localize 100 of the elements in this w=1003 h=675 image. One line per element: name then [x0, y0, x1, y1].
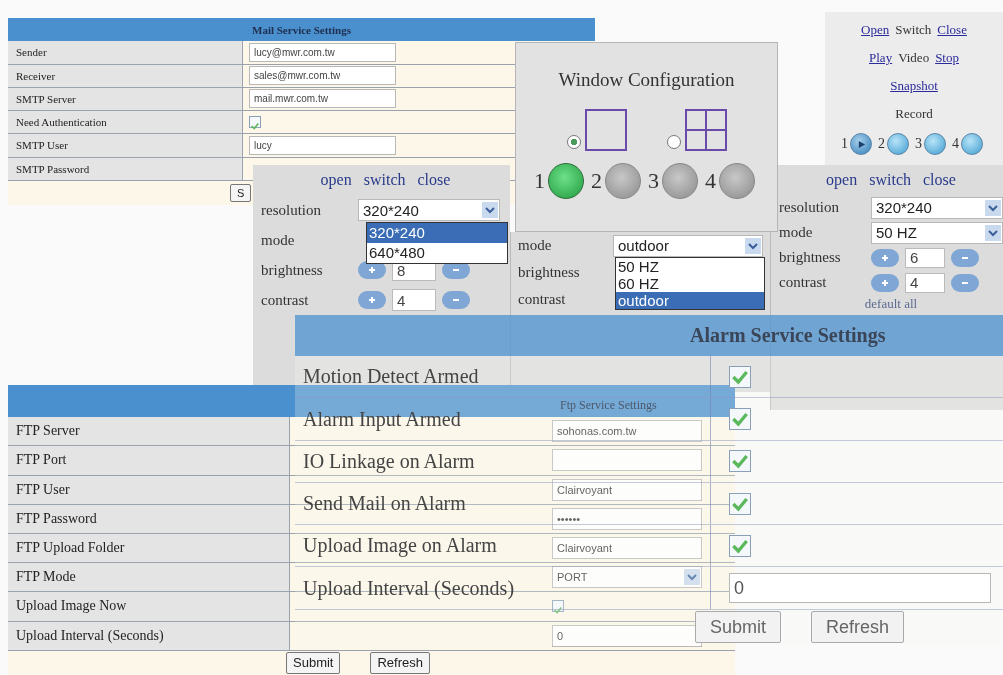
input-field[interactable]: lucy	[249, 135, 396, 155]
field-label: resolution	[779, 199, 840, 216]
input-field[interactable]: mail.mwr.com.tw	[249, 89, 396, 109]
channel-number: 2	[878, 136, 885, 152]
input-field[interactable]: lucy@mwr.com.tw	[249, 42, 396, 62]
field-label: SMTP User	[8, 134, 243, 157]
channel-number: 3	[915, 136, 922, 152]
channel-number: 2	[591, 168, 602, 194]
dropdown[interactable]: 320*240	[871, 196, 1003, 219]
label: Switch	[895, 22, 932, 38]
field-label: FTP User	[8, 475, 290, 504]
chevron-down-icon	[482, 202, 498, 218]
panel-title: Ftp Service Settings	[560, 398, 657, 414]
field-label: contrast	[261, 291, 310, 309]
dropdown-value: outdoor	[618, 237, 669, 254]
dropdown[interactable]: 50 HZ	[871, 221, 1003, 244]
dropdown-value: 320*240	[876, 199, 932, 216]
channel-number: 4	[705, 168, 716, 194]
input-field[interactable]: 0	[729, 573, 991, 603]
plus-icon	[880, 252, 890, 263]
submit-button[interactable]: Submit	[695, 611, 782, 644]
radio-button[interactable]	[566, 135, 581, 149]
field-label: brightness	[779, 249, 842, 266]
refresh-button[interactable]: Refresh	[811, 611, 905, 644]
link[interactable]: switch	[363, 171, 406, 189]
radio-button[interactable]	[666, 135, 681, 149]
channel-button[interactable]	[605, 163, 641, 199]
field-label: Upload Image on Alarm	[302, 533, 497, 559]
field-label: Send Mail on Alarm	[302, 491, 466, 517]
chevron-down-icon	[985, 224, 1001, 241]
plus-icon	[880, 277, 890, 288]
play-icon	[856, 139, 866, 149]
field-label: brightness	[261, 261, 324, 279]
dropdown[interactable]: 320*240	[358, 199, 500, 221]
value-field[interactable]: 4	[392, 289, 436, 311]
dropdown[interactable]: PORT	[552, 566, 702, 589]
record-button[interactable]	[850, 133, 872, 155]
checkbox[interactable]	[729, 534, 751, 557]
dropdown-value: PORT	[557, 571, 588, 584]
checkbox[interactable]	[552, 600, 564, 613]
link[interactable]: Snapshot	[890, 78, 938, 94]
field-label: contrast	[518, 291, 567, 308]
field-label: Upload Interval (Seconds)	[8, 621, 290, 650]
link[interactable]: Open	[861, 22, 890, 38]
value-field[interactable]: 6	[905, 247, 945, 268]
dropdown-option[interactable]: outdoor	[616, 292, 764, 309]
checkbox[interactable]	[729, 365, 751, 388]
dropdown-option[interactable]: 60 HZ	[616, 275, 764, 292]
dropdown[interactable]: outdoor	[613, 234, 763, 257]
checkbox[interactable]	[729, 408, 751, 431]
link[interactable]: switch	[869, 171, 911, 189]
field-label: Upload Interval (Seconds)	[302, 575, 515, 602]
input-field[interactable]: 0	[552, 624, 702, 647]
link[interactable]: Close	[937, 22, 967, 38]
link[interactable]: close	[417, 171, 451, 189]
channel-button[interactable]	[662, 163, 698, 199]
link[interactable]: Stop	[935, 50, 959, 66]
refresh-button[interactable]: Refresh	[370, 651, 430, 674]
input-field[interactable]: sohonas.com.tw	[552, 420, 702, 443]
channel-button[interactable]	[548, 163, 584, 199]
checkbox[interactable]	[729, 450, 751, 473]
input-field[interactable]: sales@mwr.com.tw	[249, 66, 396, 86]
field-label: FTP Password	[8, 504, 290, 533]
field-label: Motion Detect Armed	[302, 364, 479, 390]
field-label: IO Linkage on Alarm	[302, 448, 475, 475]
value-field[interactable]: 4	[905, 272, 945, 293]
link[interactable]: open	[320, 171, 352, 189]
checkbox[interactable]	[249, 116, 261, 129]
dropdown-option[interactable]: 50 HZ	[616, 258, 764, 275]
field-label: mode	[518, 237, 553, 254]
plus-icon	[367, 295, 377, 305]
dropdown-option[interactable]: 320*240	[367, 223, 507, 243]
channel-number: 3	[648, 168, 659, 194]
input-field[interactable]	[552, 449, 702, 472]
input-field[interactable]: Clairvoyant	[552, 537, 702, 560]
field-label: Need Authentication	[8, 111, 243, 134]
chevron-down-icon	[985, 199, 1001, 216]
input-field[interactable]: ••••••	[552, 507, 702, 530]
submit-button[interactable]: Submit	[286, 651, 341, 674]
submit-button[interactable]: S	[230, 183, 252, 202]
grid-pane-icon	[684, 109, 727, 151]
field-label: resolution	[261, 201, 322, 219]
channel-number: 1	[534, 168, 545, 194]
field-label: FTP Port	[8, 446, 290, 475]
checkbox[interactable]	[729, 492, 751, 515]
input-field[interactable]: Clairvoyant	[552, 478, 702, 501]
panel-title: Alarm Service Settings	[690, 324, 886, 348]
field-label: FTP Server	[8, 417, 290, 446]
link[interactable]: Play	[869, 50, 893, 66]
field-label: Upload Image Now	[8, 592, 290, 621]
link[interactable]: close	[923, 171, 956, 189]
dropdown-value: 320*240	[363, 201, 419, 219]
panel-title: Mail Service Settings	[252, 23, 351, 36]
field-label: FTP Upload Folder	[8, 533, 290, 563]
chevron-down-icon	[684, 569, 700, 586]
link[interactable]: open	[826, 171, 858, 189]
channel-button[interactable]	[719, 163, 755, 199]
default-all-link[interactable]: default all	[779, 295, 1003, 313]
panel-title: Window Configuration	[558, 69, 735, 92]
chevron-down-icon	[745, 237, 761, 254]
